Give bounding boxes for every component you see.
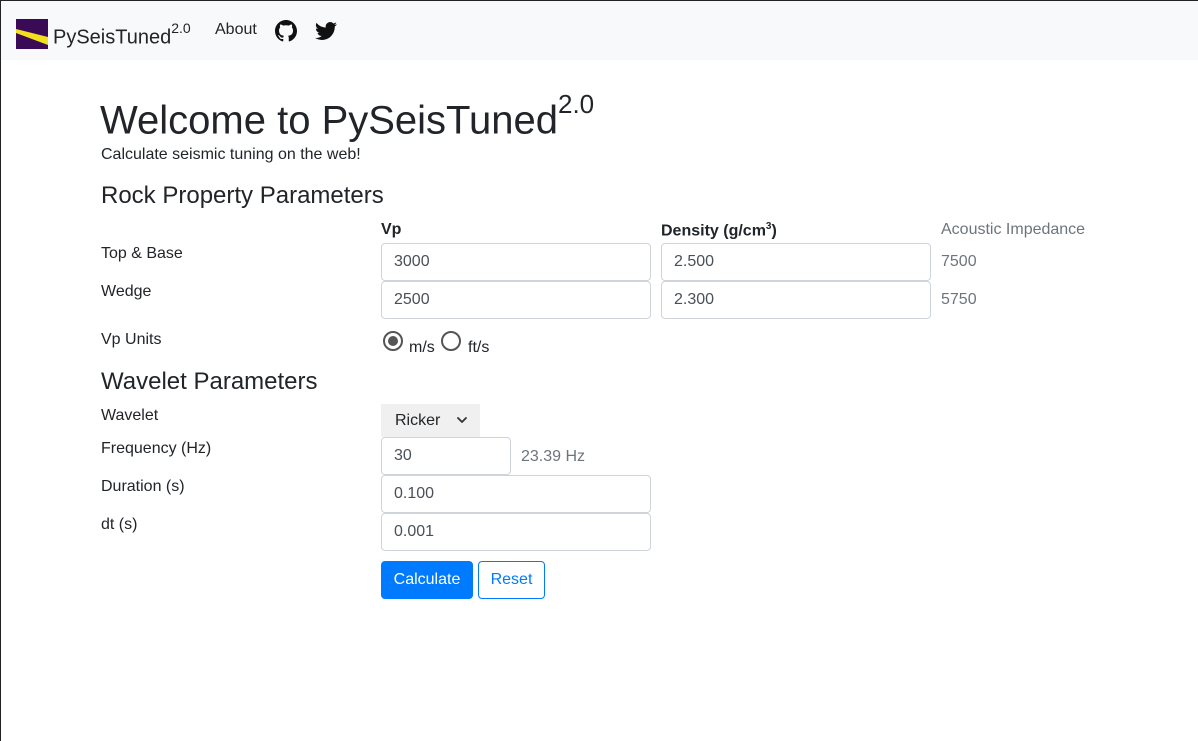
radio-ft-s-label[interactable]: ft/s [468, 339, 489, 357]
duration-label: Duration (s) [101, 478, 185, 495]
navbar: PySeisTuned2.0 About [0, 0, 1198, 60]
wavelet-select[interactable]: Ricker [381, 404, 480, 437]
chevron-down-icon [457, 417, 467, 423]
wedge-impedance-value: 5750 [941, 291, 977, 308]
reset-button[interactable]: Reset [478, 561, 545, 599]
radio-m-s-label[interactable]: m/s [409, 339, 435, 357]
nav-about-link[interactable]: About [215, 21, 257, 39]
top-base-vp-input[interactable] [381, 243, 651, 281]
wedge-vp-input[interactable] [381, 281, 651, 319]
logo-icon [16, 19, 48, 50]
frequency-input[interactable] [381, 437, 511, 475]
wedge-density-input[interactable] [661, 281, 931, 319]
top-base-impedance-value: 7500 [941, 253, 977, 270]
radio-m-s[interactable] [383, 331, 403, 351]
brand-version: 2.0 [171, 20, 191, 36]
title-version: 2.0 [558, 89, 595, 119]
wavelet-section-heading: Wavelet Parameters [101, 368, 318, 395]
brand-name: PySeisTuned2.0 [53, 20, 191, 49]
page-title: Welcome to PySeisTuned2.0 [100, 89, 595, 143]
wedge-label: Wedge [101, 283, 152, 300]
dt-input[interactable] [381, 513, 651, 551]
vp-units-label: Vp Units [101, 331, 162, 348]
github-icon[interactable] [275, 20, 297, 42]
top-base-density-input[interactable] [661, 243, 931, 281]
wavelet-select-value: Ricker [395, 412, 441, 429]
density-column-header: Density (g/cm3) [661, 221, 777, 240]
radio-ft-s[interactable] [441, 331, 461, 351]
wavelet-label: Wavelet [101, 407, 159, 424]
rock-section-heading: Rock Property Parameters [101, 182, 384, 209]
frequency-note: 23.39 Hz [521, 448, 586, 465]
brand-link[interactable]: PySeisTuned2.0 [16, 16, 191, 53]
calculate-button[interactable]: Calculate [381, 561, 473, 599]
page-subtitle: Calculate seismic tuning on the web! [101, 146, 361, 163]
duration-input[interactable] [381, 475, 651, 513]
acoustic-impedance-column-header: Acoustic Impedance [941, 221, 1086, 238]
vp-column-header: Vp [381, 221, 402, 238]
dt-label: dt (s) [101, 516, 138, 533]
top-base-label: Top & Base [101, 245, 183, 262]
twitter-icon[interactable] [315, 20, 337, 42]
frequency-label: Frequency (Hz) [101, 440, 212, 457]
